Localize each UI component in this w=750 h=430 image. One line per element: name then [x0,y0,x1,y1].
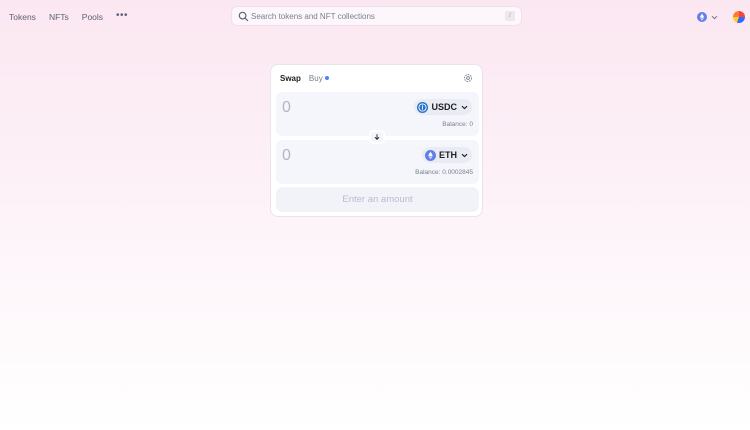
search-icon [238,11,249,22]
new-indicator-dot [324,76,329,80]
top-nav: Tokens NFTs Pools ••• / [0,0,750,34]
tab-swap[interactable]: Swap [280,74,301,84]
enter-amount-button[interactable]: Enter an amount [276,187,479,212]
gear-icon[interactable] [463,73,473,83]
search-bar[interactable]: / [231,6,522,26]
search-shortcut-badge: / [505,11,515,21]
output-token-panel: ETH Balance: 0.0002845 [276,140,479,184]
input-token-symbol: USDC [431,101,457,112]
swap-card: Swap Buy USDC Balance: 0 [270,64,483,217]
chevron-down-icon [461,105,468,109]
chevron-down-icon [711,15,718,19]
tab-buy-label: Buy [308,74,323,83]
ethereum-icon [697,12,707,22]
chain-selector[interactable] [697,11,721,23]
arrow-down-icon [374,134,380,140]
input-amount-field[interactable] [282,98,392,118]
chevron-down-icon [461,153,468,157]
nav-link-pools[interactable]: Pools [82,11,103,23]
nav-link-nfts[interactable]: NFTs [49,11,69,23]
swap-tabs: Swap Buy [280,74,329,84]
more-menu-button[interactable]: ••• [116,11,128,21]
input-balance: Balance: 0 [442,121,473,128]
output-token-selector[interactable]: ETH [422,147,472,163]
usdc-icon [417,101,429,113]
eth-icon [425,149,436,161]
output-amount-field[interactable] [282,146,392,166]
tab-buy[interactable]: Buy [309,74,329,84]
wallet-avatar[interactable] [733,11,745,23]
search-input[interactable] [251,9,501,24]
switch-tokens-button[interactable] [369,130,385,144]
output-token-symbol: ETH [439,149,457,160]
nav-links: Tokens NFTs Pools ••• [9,11,128,23]
input-token-selector[interactable]: USDC [414,99,472,115]
nav-link-tokens[interactable]: Tokens [9,11,36,23]
output-balance: Balance: 0.0002845 [415,169,473,176]
